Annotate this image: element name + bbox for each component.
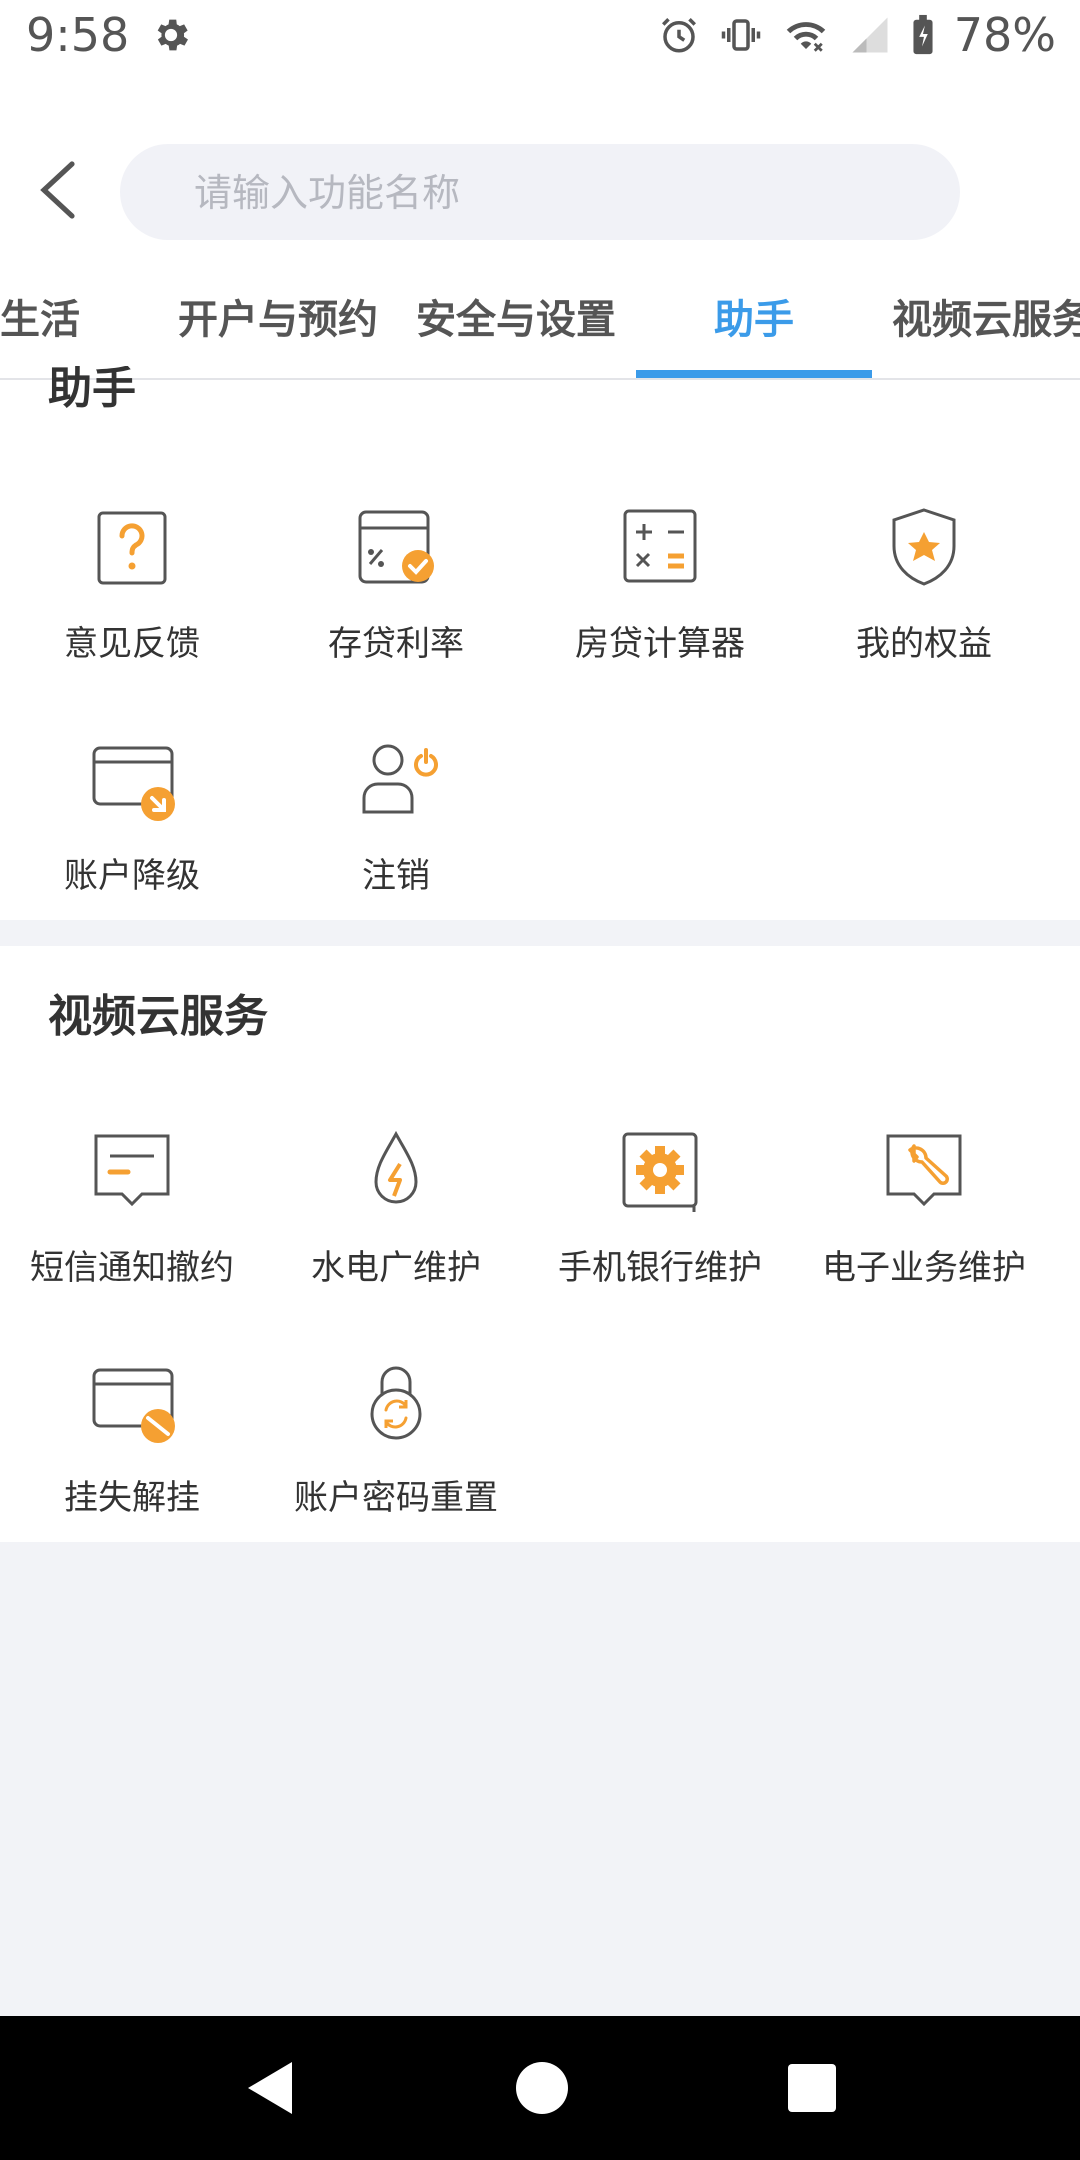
item-label: 电子业务维护 (822, 1248, 1026, 1288)
calculator-icon (623, 509, 697, 583)
item-report-loss[interactable]: 挂失解挂 (0, 1350, 264, 1519)
item-e-business[interactable]: 电子业务维护 (792, 1120, 1056, 1289)
gear-icon (622, 1132, 698, 1212)
battery-level: 78% (953, 8, 1056, 62)
search-input[interactable] (192, 144, 896, 242)
item-label: 水电广维护 (311, 1248, 481, 1288)
item-label: 意见反馈 (64, 624, 200, 664)
section-video-cloud: 视频云服务 短信通知撤约 水电广维护 手机银行维护 电子业务维护 挂失解挂 账户… (0, 946, 1080, 1542)
question-icon (97, 511, 167, 585)
item-label: 挂失解挂 (64, 1478, 200, 1518)
nav-home-icon[interactable] (512, 2058, 572, 2118)
item-sms-cancel[interactable]: 短信通知撤约 (0, 1120, 264, 1289)
wifi-icon (786, 22, 825, 52)
status-bar: 9:58 78% (0, 0, 1080, 72)
item-label: 手机银行维护 (558, 1248, 762, 1288)
settings-gear-icon (157, 19, 188, 51)
item-label: 注销 (362, 856, 430, 896)
shield-star-icon (892, 508, 956, 586)
category-tabs: 生活 开户与预约 安全与设置 助手 视频云服务 (0, 262, 1080, 380)
nav-recents-icon[interactable] (782, 2058, 842, 2118)
item-label: 存贷利率 (328, 624, 464, 664)
user-logout-icon (362, 744, 438, 814)
alarm-icon (661, 18, 696, 53)
item-feedback[interactable]: 意见反馈 (0, 496, 264, 665)
item-label: 短信通知撤约 (30, 1248, 234, 1288)
item-water-electric[interactable]: 水电广维护 (264, 1120, 528, 1289)
item-label: 账户降级 (64, 856, 200, 896)
item-label: 账户密码重置 (294, 1478, 498, 1518)
nav-back-icon[interactable] (240, 2058, 300, 2118)
tab-life[interactable]: 生活 (0, 262, 80, 378)
item-password-reset[interactable]: 账户密码重置 (264, 1350, 528, 1519)
battery-icon (913, 14, 933, 55)
sms-icon (94, 1134, 170, 1207)
item-deregister[interactable]: 注销 (264, 728, 528, 897)
search-bar[interactable] (120, 144, 960, 242)
interest-rate-icon (358, 510, 434, 584)
wrench-icon (886, 1134, 962, 1207)
status-time: 9:58 (26, 8, 130, 62)
vibrate-icon (721, 19, 760, 51)
section-title: 视频云服务 (48, 991, 268, 1042)
item-mobile-banking[interactable]: 手机银行维护 (528, 1120, 792, 1289)
card-block-icon (92, 1368, 175, 1443)
lock-reset-icon (370, 1366, 422, 1440)
active-tab-indicator (636, 370, 872, 378)
tab-security-settings[interactable]: 安全与设置 (416, 262, 616, 378)
card-downgrade-icon (92, 746, 175, 821)
item-account-downgrade[interactable]: 账户降级 (0, 728, 264, 897)
signal-icon (852, 17, 888, 53)
water-electric-icon (374, 1130, 418, 1204)
item-my-rights[interactable]: 我的权益 (792, 496, 1056, 665)
item-mortgage-calculator[interactable]: 房贷计算器 (528, 496, 792, 665)
item-interest-rate[interactable]: 存贷利率 (264, 496, 528, 665)
tab-account-reservation[interactable]: 开户与预约 (178, 262, 378, 378)
item-label: 房贷计算器 (575, 624, 745, 664)
back-arrow-icon[interactable] (36, 160, 80, 220)
tab-video-cloud[interactable]: 视频云服务 (892, 262, 1080, 378)
tab-assistant[interactable]: 助手 (714, 262, 794, 378)
system-nav-bar (0, 2016, 1080, 2160)
item-label: 我的权益 (856, 624, 992, 664)
section-assistant: 助手 意见反馈 存贷利率 房贷计算器 我的权益 账户降级 注销 (0, 366, 1080, 920)
